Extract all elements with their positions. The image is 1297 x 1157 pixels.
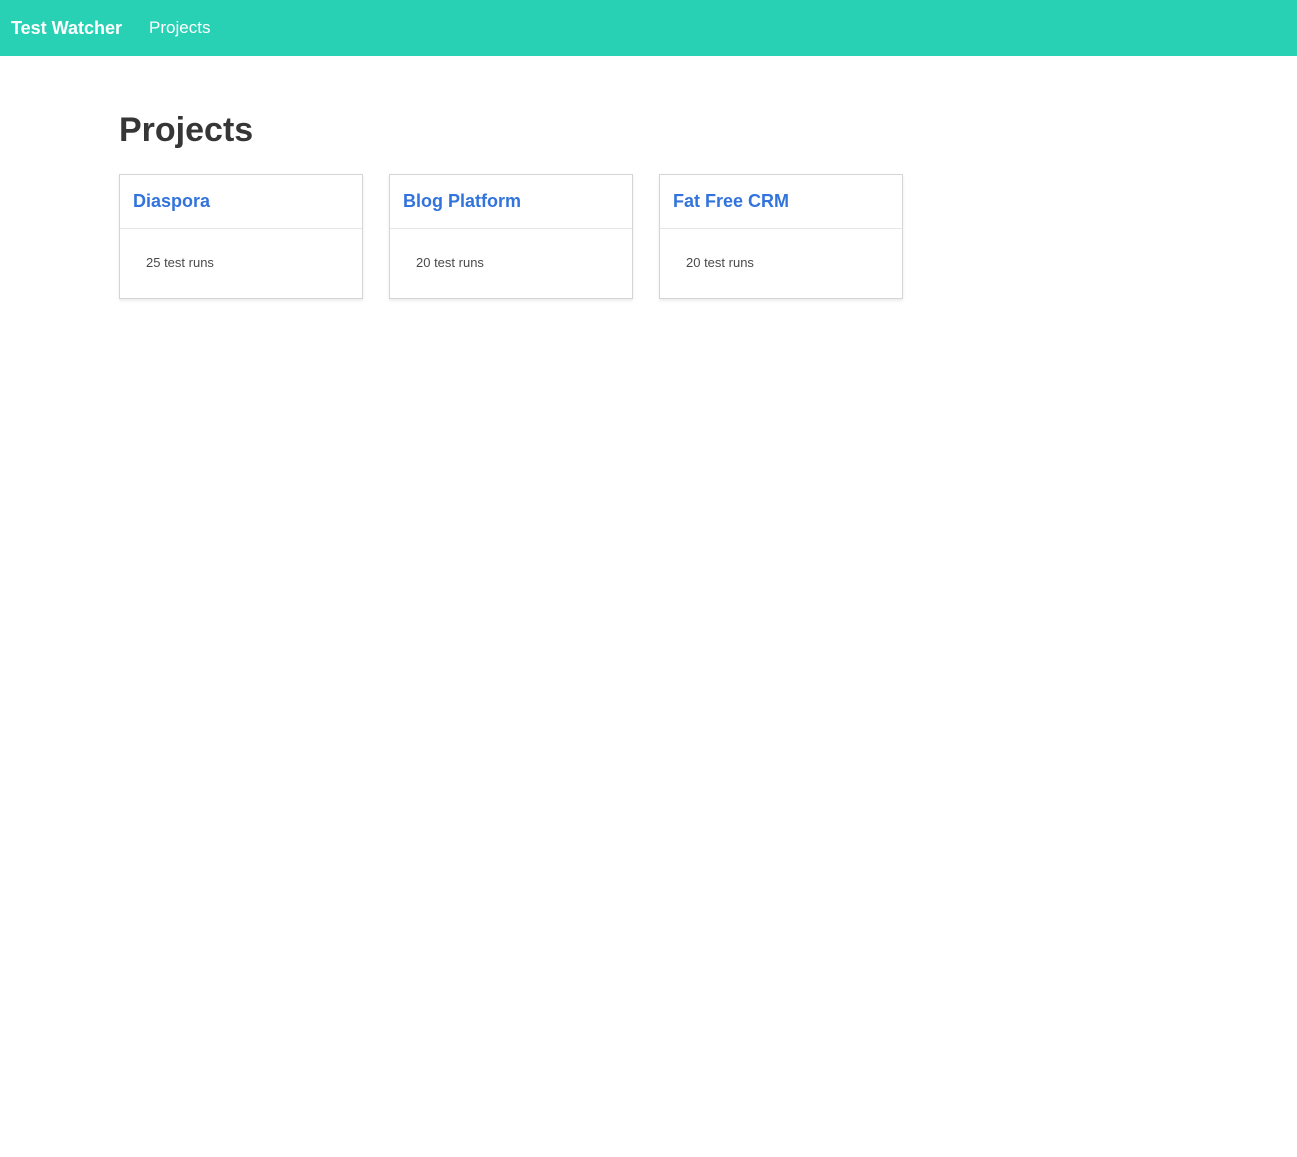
project-link[interactable]: Blog Platform bbox=[403, 191, 521, 212]
main-content: Projects Diaspora 25 test runs Blog Plat… bbox=[0, 56, 1297, 299]
nav-link-projects[interactable]: Projects bbox=[149, 0, 210, 56]
card-header: Fat Free CRM bbox=[660, 175, 902, 229]
page-title: Projects bbox=[119, 111, 254, 149]
brand-link[interactable]: Test Watcher bbox=[0, 0, 122, 56]
card-header: Diaspora bbox=[120, 175, 362, 229]
project-card: Blog Platform 20 test runs bbox=[389, 174, 633, 299]
project-card: Fat Free CRM 20 test runs bbox=[659, 174, 903, 299]
test-run-count: 25 test runs bbox=[146, 255, 214, 270]
test-run-count: 20 test runs bbox=[416, 255, 484, 270]
test-run-count: 20 test runs bbox=[686, 255, 754, 270]
project-card: Diaspora 25 test runs bbox=[119, 174, 363, 299]
project-link[interactable]: Fat Free CRM bbox=[673, 191, 789, 212]
project-cards: Diaspora 25 test runs Blog Platform 20 t… bbox=[119, 174, 1297, 299]
top-navbar: Test Watcher Projects bbox=[0, 0, 1297, 56]
project-link[interactable]: Diaspora bbox=[133, 191, 210, 212]
card-header: Blog Platform bbox=[390, 175, 632, 229]
